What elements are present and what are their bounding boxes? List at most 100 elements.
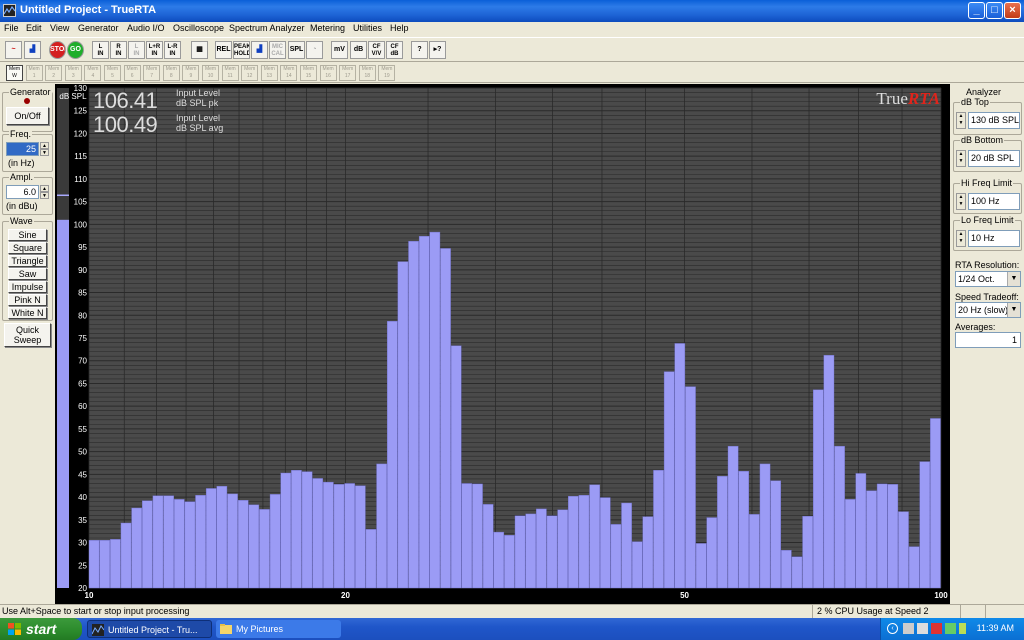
menu-oscilloscope[interactable]: Oscilloscope (173, 23, 224, 33)
maximize-button[interactable]: □ (986, 2, 1003, 19)
memory-13-button[interactable]: Mem 13 (260, 65, 278, 81)
ampl-input[interactable]: 6.0 (6, 185, 39, 199)
y-tick-label: 40 (78, 493, 87, 502)
wave-impulse-button[interactable]: Impulse (8, 281, 47, 293)
sine-wave-view-icon[interactable]: ~ (5, 41, 22, 59)
l-minus-r-input-button[interactable]: L-R IN (164, 41, 181, 59)
taskbar-my-pictures[interactable]: My Pictures (216, 620, 341, 638)
spectrum-bar (429, 231, 441, 589)
lofreq-spin-icon[interactable]: ▲ ▼ (956, 230, 966, 247)
memory-3-button[interactable]: Mem 3 (64, 65, 82, 81)
memory-19-button[interactable]: Mem 19 (378, 65, 396, 81)
lofreq-input[interactable]: 10 Hz (968, 230, 1020, 247)
dbbottom-input[interactable]: 20 dB SPL (968, 150, 1020, 167)
gauge-button[interactable]: ◔ (306, 41, 323, 59)
memory-7-button[interactable]: Mem 7 (143, 65, 161, 81)
dbbottom-spin-icon[interactable]: ▲ ▼ (956, 150, 966, 167)
memory-w-button[interactable]: Mem W (6, 65, 23, 81)
ampl-down-icon[interactable]: ▼ (40, 192, 49, 199)
context-help-button[interactable]: ▸? (429, 41, 446, 59)
left-in-dim-button[interactable]: L IN (128, 41, 145, 59)
menu-generator[interactable]: Generator (78, 23, 119, 33)
averages-input[interactable]: 1 (955, 332, 1021, 348)
memory-8-button[interactable]: Mem 8 (162, 65, 180, 81)
mv-button[interactable]: mV (331, 41, 348, 59)
peak-caption-line2: dB SPL pk (176, 98, 219, 108)
memory-17-button[interactable]: Mem 17 (339, 65, 357, 81)
wave-pink-noise-button[interactable]: Pink N (8, 294, 47, 306)
bars-button[interactable]: ▟ (251, 41, 268, 59)
tray-expand-icon[interactable]: ‹ (887, 623, 898, 634)
menu-metering[interactable]: Metering (310, 23, 345, 33)
close-button[interactable]: × (1004, 2, 1021, 19)
memory-6-button[interactable]: Mem 6 (123, 65, 141, 81)
memory-1-button[interactable]: Mem 1 (25, 65, 43, 81)
menu-view[interactable]: View (50, 23, 69, 33)
hifreq-spin-icon[interactable]: ▲ ▼ (956, 193, 966, 210)
right-input-button[interactable]: R IN (110, 41, 127, 59)
chevron-down-icon[interactable]: ▼ (1007, 272, 1020, 286)
y-tick-label: 25 (78, 561, 87, 570)
security-icon[interactable] (931, 623, 942, 634)
wave-triangle-button[interactable]: Triangle (8, 255, 47, 267)
mic-cal-button[interactable]: MIC CAL (269, 41, 286, 59)
tray-app-icon[interactable] (945, 623, 956, 634)
hifreq-input[interactable]: 100 Hz (968, 193, 1020, 210)
memory-15-button[interactable]: Mem 15 (300, 65, 317, 81)
memory-9-button[interactable]: Mem 9 (182, 65, 200, 81)
minimize-button[interactable]: _ (968, 2, 985, 19)
help-button[interactable]: ? (411, 41, 428, 59)
go-button[interactable]: GO (67, 41, 84, 59)
menu-edit[interactable]: Edit (26, 23, 42, 33)
menu-help[interactable]: Help (390, 23, 409, 33)
generator-onoff-button[interactable]: On/Off (6, 107, 49, 125)
dbtop-input[interactable]: 130 dB SPL (968, 112, 1020, 129)
memory-2-button[interactable]: Mem 2 (45, 65, 63, 81)
menu-spectrum-analyzer[interactable]: Spectrum Analyzer (229, 23, 305, 33)
stop-button[interactable]: STOP (49, 41, 66, 59)
memory-label-l2: 1 (32, 73, 36, 79)
freq-input[interactable]: 25 (6, 142, 39, 156)
l-plus-r-input-button[interactable]: L+R IN (146, 41, 163, 59)
quick-sweep-button[interactable]: Quick Sweep (4, 323, 51, 347)
rel-button[interactable]: REL (215, 41, 232, 59)
memory-12-button[interactable]: Mem 12 (241, 65, 259, 81)
title-bar[interactable]: Untitled Project - TrueRTA _ □ × (0, 0, 1024, 22)
volume-icon[interactable] (917, 623, 928, 634)
rta-resolution-select[interactable]: 1/24 Oct. ▼ (955, 271, 1021, 287)
memory-5-button[interactable]: Mem 5 (104, 65, 121, 81)
db-button[interactable]: dB (350, 41, 367, 59)
left-input-button[interactable]: L IN (92, 41, 109, 59)
freq-up-icon[interactable]: ▲ (40, 142, 49, 149)
spl-button[interactable]: SPL (288, 41, 305, 59)
network-icon[interactable] (903, 623, 914, 634)
start-button[interactable]: start (0, 618, 82, 640)
menu-utilities[interactable]: Utilities (353, 23, 382, 33)
bar-view-icon[interactable]: ▟ (24, 41, 41, 59)
chevron-down-icon[interactable]: ▼ (1007, 303, 1020, 317)
wave-square-button[interactable]: Square (8, 242, 47, 254)
memory-18-button[interactable]: Mem 18 (358, 65, 376, 81)
taskbar-truerta[interactable]: Untitled Project - Tru... (87, 620, 212, 638)
memory-4-button[interactable]: Mem 4 (84, 65, 102, 81)
x-tick-label: 10 (85, 591, 94, 600)
menu-audio-io[interactable]: Audio I/O (127, 23, 165, 33)
dbtop-spin-icon[interactable]: ▲ ▼ (956, 112, 966, 129)
battery-icon[interactable] (959, 623, 966, 634)
cf-db-button[interactable]: CF dB (386, 41, 403, 59)
grid-button[interactable]: ▦ (191, 41, 208, 59)
wave-white-noise-button[interactable]: White N (8, 307, 47, 319)
memory-14-button[interactable]: Mem 14 (280, 65, 298, 81)
peak-hold-button[interactable]: PEAK HOLD (233, 41, 250, 59)
wave-saw-button[interactable]: Saw (8, 268, 47, 280)
memory-16-button[interactable]: Mem 16 (319, 65, 337, 81)
memory-10-button[interactable]: Mem 10 (202, 65, 219, 81)
cf-vv-button[interactable]: CF V/V (368, 41, 385, 59)
speed-tradeoff-select[interactable]: 20 Hz (slow) ▼ (955, 302, 1021, 318)
menu-file[interactable]: File (4, 23, 19, 33)
memory-11-button[interactable]: Mem 11 (221, 65, 239, 81)
ampl-up-icon[interactable]: ▲ (40, 185, 49, 192)
wave-sine-button[interactable]: Sine (8, 229, 47, 241)
freq-down-icon[interactable]: ▼ (40, 149, 49, 156)
spectrum-chart[interactable]: 20 25 30 35 40 45 50 55 60 65 70 75 80 85 90 95 100 105 11… (55, 84, 950, 604)
